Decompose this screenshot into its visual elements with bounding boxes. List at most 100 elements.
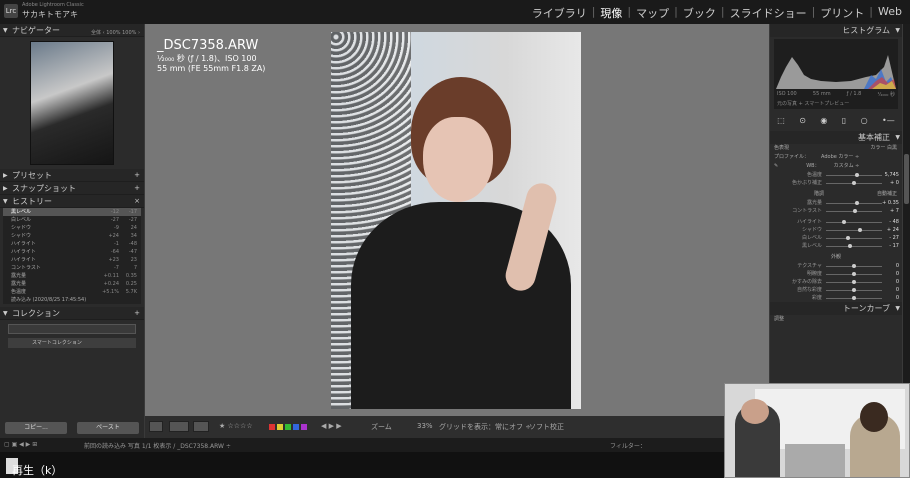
slider-knob[interactable] bbox=[855, 201, 859, 205]
radial-filter-icon[interactable]: ○ bbox=[861, 116, 868, 125]
main-photo[interactable] bbox=[331, 32, 581, 409]
slider-knob[interactable] bbox=[855, 173, 859, 177]
spot-removal-icon[interactable]: ⊙ bbox=[799, 116, 806, 125]
module-library[interactable]: ライブラリ bbox=[532, 5, 587, 21]
presets-header[interactable]: ▶ プリセット + bbox=[0, 169, 144, 182]
add-preset-icon[interactable]: + bbox=[134, 169, 140, 182]
adjust-slider[interactable]: 白レベル - 27 bbox=[770, 234, 902, 242]
wb-dropdown[interactable]: カスタム ÷ bbox=[834, 163, 860, 169]
slider-value[interactable]: + 7 bbox=[890, 207, 899, 215]
navigator-zoom-options[interactable]: 全体 ‹ 100% 100% › bbox=[91, 27, 140, 40]
slider-knob[interactable] bbox=[858, 228, 862, 232]
adjust-slider[interactable]: 黒レベル - 17 bbox=[770, 242, 902, 250]
graduated-filter-icon[interactable]: ▯ bbox=[842, 116, 846, 125]
history-step[interactable]: コントラスト -7 7 bbox=[3, 264, 141, 272]
slider-value[interactable]: 5,745 bbox=[885, 171, 899, 179]
label-green[interactable] bbox=[285, 424, 291, 430]
filmstrip-source[interactable]: 前回の読み込み 写真 1/1 枚表示 / _DSC7358.ARW ÷ bbox=[84, 441, 231, 450]
add-collection-icon[interactable]: + bbox=[134, 307, 140, 320]
survey-view-button[interactable] bbox=[193, 421, 209, 432]
adjust-slider[interactable]: 色温度 5,745 bbox=[770, 171, 902, 179]
slider-knob[interactable] bbox=[852, 264, 856, 268]
collection-filter[interactable] bbox=[8, 324, 136, 334]
history-step[interactable]: 色温度 +5.1% 5.7K bbox=[3, 288, 141, 296]
history-step[interactable]: シャドウ -9 24 bbox=[3, 224, 141, 232]
adjust-slider[interactable]: ハイライト - 48 bbox=[770, 218, 902, 226]
histogram-header[interactable]: ヒストグラム ▼ bbox=[770, 24, 902, 37]
history-step[interactable]: 読み込み (2020/8/25 17:45:54) bbox=[3, 296, 141, 304]
history-step[interactable]: 露光量 +0.24 0.25 bbox=[3, 280, 141, 288]
history-step[interactable]: ハイライト -1 -48 bbox=[3, 240, 141, 248]
slider-value[interactable]: + 24 bbox=[887, 226, 899, 234]
module-print[interactable]: プリント bbox=[820, 5, 864, 21]
adjust-slider[interactable]: テクスチャ 0 bbox=[770, 262, 902, 270]
slider-value[interactable]: + 0.35 bbox=[882, 199, 899, 207]
history-step[interactable]: 露光量 +0.11 0.35 bbox=[3, 272, 141, 280]
histogram[interactable]: ISO 100 55 mm ƒ / 1.8 ¹⁄₂₀₀₀ 秒 元の写真 + スマ… bbox=[774, 39, 898, 109]
navigator-preview[interactable] bbox=[30, 41, 114, 165]
slider-knob[interactable] bbox=[852, 288, 856, 292]
slider-knob[interactable] bbox=[853, 209, 857, 213]
rating-stars[interactable]: ★ ☆☆☆☆ bbox=[219, 422, 253, 430]
slider-value[interactable]: 0 bbox=[896, 278, 899, 286]
collections-header[interactable]: ▼ コレクション + bbox=[0, 307, 144, 320]
module-map[interactable]: マップ bbox=[636, 5, 669, 21]
history-header[interactable]: ▼ ヒストリー × bbox=[0, 195, 144, 208]
adjust-slider[interactable]: 露光量 + 0.35 bbox=[770, 199, 902, 207]
auto-tone-button[interactable]: 自動補正 bbox=[877, 190, 897, 199]
label-purple[interactable] bbox=[301, 424, 307, 430]
snapshots-header[interactable]: ▶ スナップショット + bbox=[0, 182, 144, 195]
filmstrip-controls[interactable]: ▢ ▣ ◀ ▶ ⊞ bbox=[4, 441, 37, 448]
history-step[interactable]: シャドウ +24 34 bbox=[3, 232, 141, 240]
history-step[interactable]: ハイライト +23 23 bbox=[3, 256, 141, 264]
copy-button[interactable]: コピー... bbox=[5, 422, 67, 434]
add-snapshot-icon[interactable]: + bbox=[134, 182, 140, 195]
slider-value[interactable]: 0 bbox=[896, 294, 899, 302]
adjust-slider[interactable]: かすみの除去 0 bbox=[770, 278, 902, 286]
slider-knob[interactable] bbox=[852, 296, 856, 300]
loupe-view-button[interactable] bbox=[149, 421, 163, 432]
slider-knob[interactable] bbox=[846, 236, 850, 240]
adjustment-brush-icon[interactable]: •— bbox=[882, 116, 895, 125]
red-eye-icon[interactable]: ◉ bbox=[820, 116, 827, 125]
history-step[interactable]: 黒レベル -12 -17 bbox=[3, 208, 141, 216]
adjust-slider[interactable]: 自然な彩度 0 bbox=[770, 286, 902, 294]
adjust-slider[interactable]: シャドウ + 24 bbox=[770, 226, 902, 234]
slider-value[interactable]: - 48 bbox=[889, 218, 899, 226]
slider-knob[interactable] bbox=[842, 220, 846, 224]
slider-knob[interactable] bbox=[852, 272, 856, 276]
basic-header[interactable]: 基本補正 ▼ bbox=[770, 131, 902, 144]
slider-value[interactable]: 0 bbox=[896, 270, 899, 278]
adjust-slider[interactable]: 色かぶり補正 + 0 bbox=[770, 179, 902, 187]
clear-history-icon[interactable]: × bbox=[134, 195, 140, 208]
slider-knob[interactable] bbox=[848, 244, 852, 248]
label-yellow[interactable] bbox=[277, 424, 283, 430]
slider-value[interactable]: 0 bbox=[896, 286, 899, 294]
profile-dropdown[interactable]: Adobe カラー ÷ bbox=[821, 154, 859, 160]
nav-arrows[interactable]: ◀ ▶ ▶ bbox=[321, 422, 342, 430]
soft-proof-checkbox[interactable]: ソフト校正 bbox=[529, 422, 564, 432]
adjust-slider[interactable]: 彩度 0 bbox=[770, 294, 902, 302]
navigator-header[interactable]: ▼ ナビゲーター 全体 ‹ 100% 100% › bbox=[0, 24, 144, 37]
tone-curve-header[interactable]: トーンカーブ ▼ bbox=[770, 302, 902, 315]
grid-option[interactable]: グリッドを表示：常にオフ ÷ bbox=[439, 422, 531, 432]
module-book[interactable]: ブック bbox=[683, 5, 716, 21]
treatment-bw[interactable]: 白黒 bbox=[887, 145, 897, 151]
slider-value[interactable]: - 27 bbox=[889, 234, 899, 242]
label-red[interactable] bbox=[269, 424, 275, 430]
history-step[interactable]: 白レベル -27 -27 bbox=[3, 216, 141, 224]
module-web[interactable]: Web bbox=[878, 5, 902, 21]
compare-view-button[interactable] bbox=[169, 421, 189, 432]
smart-collections[interactable]: スマートコレクション bbox=[8, 338, 136, 348]
adjust-slider[interactable]: 明瞭度 0 bbox=[770, 270, 902, 278]
slider-knob[interactable] bbox=[852, 181, 856, 185]
label-blue[interactable] bbox=[293, 424, 299, 430]
module-slideshow[interactable]: スライドショー bbox=[730, 5, 807, 21]
paste-button[interactable]: ペースト bbox=[77, 422, 139, 434]
crop-icon[interactable]: ⬚ bbox=[777, 116, 785, 125]
adjust-slider[interactable]: コントラスト + 7 bbox=[770, 207, 902, 215]
slider-value[interactable]: + 0 bbox=[890, 179, 899, 187]
treatment-color[interactable]: カラー bbox=[870, 145, 885, 151]
slider-value[interactable]: - 17 bbox=[889, 242, 899, 250]
right-panel-scrollbar[interactable] bbox=[903, 24, 910, 438]
